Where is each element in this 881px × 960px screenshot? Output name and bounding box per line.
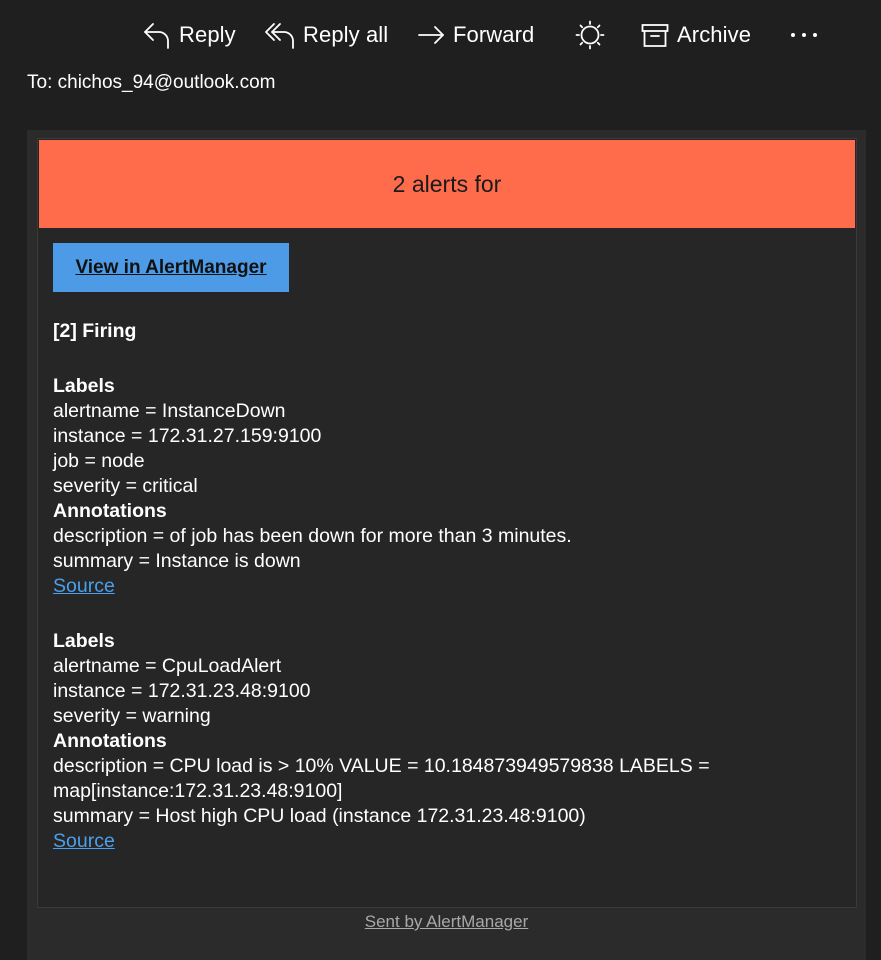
reply-all-button[interactable]: Reply all	[265, 16, 388, 54]
message-frame: 2 alerts for View in AlertManager [2] Fi…	[27, 130, 866, 960]
view-in-alertmanager-link[interactable]: View in AlertManager	[75, 257, 266, 279]
alert-block-2: Labels alertname = CpuLoadAlert instance…	[53, 629, 843, 854]
labels-heading: Labels	[53, 375, 115, 397]
label-line: instance = 172.31.27.159:9100	[53, 425, 322, 447]
forward-button[interactable]: Forward	[417, 16, 534, 54]
email-footer: Sent by AlertManager	[27, 912, 866, 932]
label-line: alertname = InstanceDown	[53, 400, 286, 422]
reply-icon	[144, 23, 169, 49]
firing-heading: [2] Firing	[53, 320, 137, 342]
annotation-line: description = CPU load is > 10% VALUE = …	[53, 755, 710, 802]
alert-block-1: Labels alertname = InstanceDown instance…	[53, 374, 843, 599]
recipient-line: To: chichos_94@outlook.com	[27, 72, 276, 93]
sun-icon	[575, 20, 605, 50]
label-line: job = node	[53, 450, 145, 472]
source-link[interactable]: Source	[53, 575, 115, 597]
reply-all-icon	[265, 23, 294, 49]
annotation-line: description = of job has been down for m…	[53, 525, 572, 547]
label-line: instance = 172.31.23.48:9100	[53, 680, 311, 702]
reply-label: Reply	[179, 22, 236, 47]
label-line: alertname = CpuLoadAlert	[53, 655, 282, 677]
message-body: 2 alerts for View in AlertManager [2] Fi…	[37, 138, 857, 908]
more-actions-button[interactable]	[789, 16, 819, 54]
annotations-heading: Annotations	[53, 730, 167, 752]
message-toolbar: Reply Reply all Forward Archive	[0, 0, 881, 70]
alert-header: 2 alerts for	[39, 140, 855, 228]
view-in-alertmanager-button[interactable]: View in AlertManager	[53, 243, 289, 292]
archive-icon	[641, 24, 669, 47]
annotation-line: summary = Host high CPU load (instance 1…	[53, 805, 586, 827]
sent-by-link[interactable]: Sent by AlertManager	[365, 912, 528, 931]
reply-button[interactable]: Reply	[143, 16, 236, 54]
label-line: severity = warning	[53, 705, 211, 727]
alert-content: [2] Firing Labels alertname = InstanceDo…	[53, 319, 843, 854]
reply-all-label: Reply all	[303, 22, 389, 47]
archive-label: Archive	[677, 22, 752, 47]
archive-button[interactable]: Archive	[641, 16, 751, 54]
forward-label: Forward	[453, 22, 535, 47]
more-icon	[791, 33, 817, 37]
source-link[interactable]: Source	[53, 830, 115, 852]
label-line: severity = critical	[53, 475, 198, 497]
annotation-line: summary = Instance is down	[53, 550, 301, 572]
theme-toggle-button[interactable]	[575, 16, 605, 54]
annotations-heading: Annotations	[53, 500, 167, 522]
forward-icon	[418, 26, 444, 44]
labels-heading: Labels	[53, 630, 115, 652]
alert-header-text: 2 alerts for	[392, 170, 502, 197]
